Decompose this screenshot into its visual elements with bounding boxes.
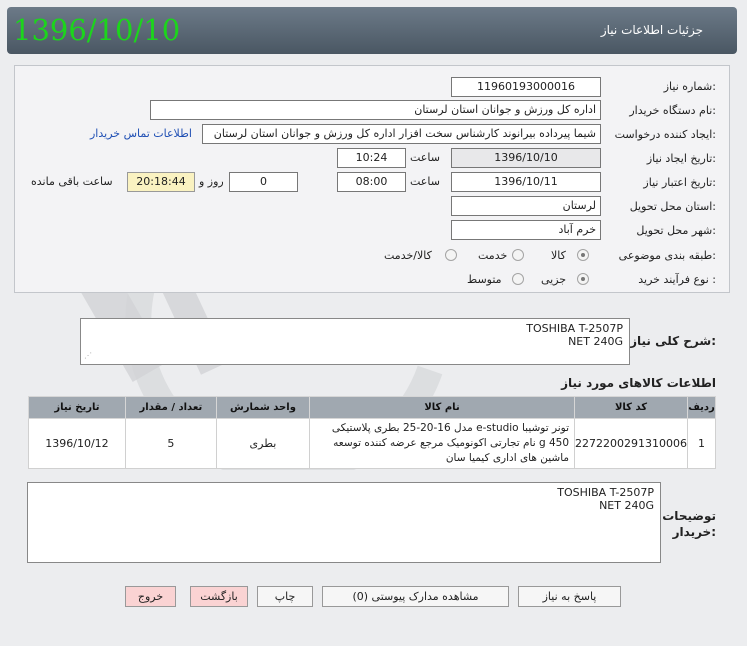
days-label: روز و [199,175,224,188]
header-date: 1396/10/10 [13,13,181,47]
print-button[interactable]: چاپ [257,586,313,607]
items-table-header: ردیف کد کالا نام کالا واحد شمارش تعداد /… [28,396,716,419]
created-time-label: ساعت [410,151,440,164]
cell-row: 1 [687,418,716,469]
items-table: ردیف کد کالا نام کالا واحد شمارش تعداد /… [28,396,716,469]
col-row: ردیف [687,396,716,419]
buyer-notes-line2: NET 240G [599,499,654,512]
general-desc-label: شرح کلی نیاز: [630,334,716,348]
province-label: استان محل تحویل: [629,200,716,213]
category-option-goods: کالا [551,249,566,262]
col-code: کد کالا [574,396,689,419]
buyer-org-label: نام دستگاه خریدار: [629,104,716,117]
category-radio-both[interactable] [445,249,457,261]
cell-code: 2272200291310006 [574,418,689,469]
category-radio-service[interactable] [512,249,524,261]
cell-name: تونر توشیبا e-studio مدل 16-20-25 بطری پ… [309,418,576,469]
process-option-medium: متوسط [467,273,502,286]
created-time-field[interactable]: 10:24 [337,148,406,168]
attachments-button[interactable]: مشاهده مدارک پیوستی (0) [322,586,509,607]
created-date-field[interactable]: 1396/10/10 [451,148,601,168]
requester-field[interactable]: شیما پیرداده بیرانوند کارشناس سخت افزار … [202,124,601,144]
buyer-notes-label-line1: توضیحات [662,509,716,523]
validity-date-label: تاریخ اعتبار نیاز: [643,176,716,189]
city-field[interactable]: خرم آباد [451,220,601,240]
cell-qty: 5 [124,418,217,469]
remaining-time-field: 20:18:44 [127,172,195,192]
remaining-days-field[interactable]: 0 [229,172,298,192]
category-option-service: خدمت [478,249,508,262]
buyer-notes-label-line2: خریدار: [672,525,716,539]
resize-grip-icon: ⋰ [84,351,92,360]
general-desc-line1: TOSHIBA T-2507P [526,322,623,335]
cell-unit: بطری [215,418,311,469]
col-unit: واحد شمارش [215,396,311,419]
need-number-label: شماره نیاز: [663,80,716,93]
general-desc-line2: NET 240G [568,335,623,348]
col-date: تاریخ نیاز [28,396,126,419]
buyer-notes-line1: TOSHIBA T-2507P [557,486,654,499]
process-radio-medium[interactable] [512,273,524,285]
table-row: 1 2272200291310006 تونر توشیبا e-studio … [28,418,716,469]
province-field[interactable]: لرستان [451,196,601,216]
process-label: نوع فرآیند خرید : [638,273,716,286]
header-title: جزئیات اطلاعات نیاز [600,23,703,37]
reply-button[interactable]: پاسخ به نیاز [518,586,621,607]
city-label: شهر محل تحویل: [636,224,716,237]
category-label: طبقه بندی موضوعی: [618,249,716,262]
category-radio-goods[interactable] [577,249,589,261]
exit-button[interactable]: خروج [125,586,176,607]
back-button[interactable]: بازگشت [190,586,248,607]
category-option-both: کالا/خدمت [384,249,432,262]
col-qty: تعداد / مقدار [124,396,217,419]
buyer-notes-textarea[interactable]: TOSHIBA T-2507P NET 240G [27,482,661,563]
buyer-contact-link[interactable]: اطلاعات تماس خریدار [90,127,192,140]
buyer-notes-label: توضیحات خریدار: [662,508,716,540]
items-section-title: اطلاعات کالاهای مورد نیاز [561,376,716,390]
created-date-label: تاریخ ایجاد نیاز: [646,152,716,165]
validity-time-field[interactable]: 08:00 [337,172,406,192]
process-option-minor: جزیی [541,273,567,286]
buyer-org-field[interactable]: اداره کل ورزش و جوانان استان لرستان [150,100,601,120]
need-number-field[interactable]: 1196019300001‌6 [451,77,601,97]
process-radio-minor[interactable] [577,273,589,285]
remaining-label: ساعت باقی مانده [31,175,113,188]
requester-label: ایجاد کننده درخواست: [614,128,716,141]
general-desc-textarea[interactable]: TOSHIBA T-2507P NET 240G ⋰ [80,318,630,365]
validity-time-label: ساعت [410,175,440,188]
col-name: نام کالا [309,396,576,419]
cell-date: 1396/10/12 [28,418,126,469]
validity-date-field[interactable]: 1396/10/11 [451,172,601,192]
page-header: 1396/10/10 جزئیات اطلاعات نیاز [7,7,737,54]
